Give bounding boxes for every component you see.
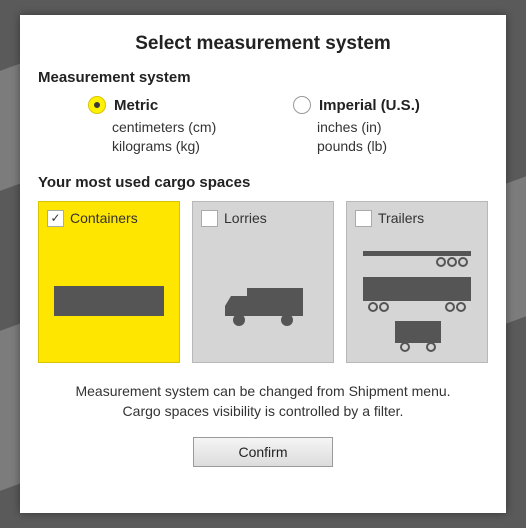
radio-imperial-desc1: inches (in)	[317, 118, 488, 137]
measurement-dialog: Select measurement system Measurement sy…	[20, 15, 506, 513]
radio-icon	[293, 96, 311, 114]
container-icon	[39, 250, 179, 362]
cargo-cards: ✓ Containers Lorries	[38, 201, 488, 363]
radio-metric-label: Metric	[114, 97, 158, 114]
measurement-section-label: Measurement system	[38, 69, 488, 86]
trailer-icon	[347, 238, 487, 362]
cargo-card-containers[interactable]: ✓ Containers	[38, 201, 180, 363]
radio-metric-desc2: kilograms (kg)	[112, 137, 283, 156]
radio-metric-desc1: centimeters (cm)	[112, 118, 283, 137]
checkbox-icon[interactable]: ✓	[47, 210, 64, 227]
measurement-radio-group: Metric centimeters (cm) kilograms (kg) I…	[88, 96, 488, 156]
cargo-card-trailers[interactable]: Trailers	[346, 201, 488, 363]
cargo-section-label: Your most used cargo spaces	[38, 174, 488, 191]
checkbox-icon[interactable]	[355, 210, 372, 227]
cargo-card-label: Lorries	[224, 210, 267, 226]
footnote: Measurement system can be changed from S…	[38, 381, 488, 422]
cargo-card-lorries[interactable]: Lorries	[192, 201, 334, 363]
radio-imperial-label: Imperial (U.S.)	[319, 97, 420, 114]
dialog-title: Select measurement system	[38, 33, 488, 55]
lorry-icon	[193, 250, 333, 362]
radio-metric[interactable]: Metric	[88, 96, 283, 114]
radio-imperial[interactable]: Imperial (U.S.)	[293, 96, 488, 114]
checkbox-icon[interactable]	[201, 210, 218, 227]
radio-icon	[88, 96, 106, 114]
radio-imperial-desc2: pounds (lb)	[317, 137, 488, 156]
cargo-card-label: Containers	[70, 210, 138, 226]
confirm-button[interactable]: Confirm	[193, 437, 332, 467]
cargo-card-label: Trailers	[378, 210, 424, 226]
